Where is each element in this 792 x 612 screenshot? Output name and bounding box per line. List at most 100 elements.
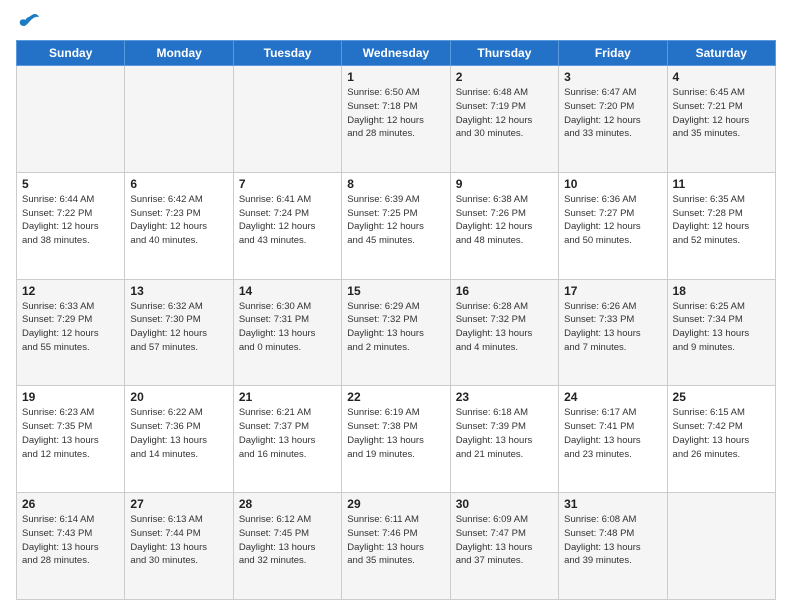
- calendar-week-row: 19 Sunrise: 6:23 AM Sunset: 7:35 PM Dayli…: [17, 386, 776, 493]
- day-info: Sunrise: 6:33 AM Sunset: 7:29 PM Dayligh…: [22, 300, 119, 355]
- day-number: 2: [456, 70, 553, 84]
- day-info: Sunrise: 6:23 AM Sunset: 7:35 PM Dayligh…: [22, 406, 119, 461]
- calendar-cell: 7 Sunrise: 6:41 AM Sunset: 7:24 PM Daylig…: [233, 172, 341, 279]
- calendar-cell: [17, 66, 125, 173]
- day-info: Sunrise: 6:17 AM Sunset: 7:41 PM Dayligh…: [564, 406, 661, 461]
- day-number: 19: [22, 390, 119, 404]
- day-info: Sunrise: 6:11 AM Sunset: 7:46 PM Dayligh…: [347, 513, 444, 568]
- calendar-cell: 13Sunrise: 6:32 AM Sunset: 7:30 PM Dayli…: [125, 279, 233, 386]
- calendar-header-row: SundayMondayTuesdayWednesdayThursdayFrid…: [17, 41, 776, 66]
- day-number: 12: [22, 284, 119, 298]
- calendar-cell: 27Sunrise: 6:13 AM Sunset: 7:44 PM Dayli…: [125, 493, 233, 600]
- calendar-cell: 11 Sunrise: 6:35 AM Sunset: 7:28 PM Dayli…: [667, 172, 775, 279]
- day-number: 8: [347, 177, 444, 191]
- calendar-cell: 16 Sunrise: 6:28 AM Sunset: 7:32 PM Dayli…: [450, 279, 558, 386]
- logo: [16, 12, 40, 32]
- logo-bird-icon: [18, 12, 40, 32]
- calendar-cell: 29Sunrise: 6:11 AM Sunset: 7:46 PM Dayli…: [342, 493, 450, 600]
- calendar-body: 1 Sunrise: 6:50 AM Sunset: 7:18 PM Daylig…: [17, 66, 776, 600]
- calendar-cell: 19 Sunrise: 6:23 AM Sunset: 7:35 PM Dayli…: [17, 386, 125, 493]
- day-number: 26: [22, 497, 119, 511]
- calendar-cell: 14 Sunrise: 6:30 AM Sunset: 7:31 PM Dayli…: [233, 279, 341, 386]
- calendar-week-row: 12 Sunrise: 6:33 AM Sunset: 7:29 PM Dayli…: [17, 279, 776, 386]
- day-number: 7: [239, 177, 336, 191]
- calendar-cell: 9 Sunrise: 6:38 AM Sunset: 7:26 PM Daylig…: [450, 172, 558, 279]
- day-number: 30: [456, 497, 553, 511]
- calendar-cell: 3Sunrise: 6:47 AM Sunset: 7:20 PM Daylig…: [559, 66, 667, 173]
- day-info: Sunrise: 6:38 AM Sunset: 7:26 PM Dayligh…: [456, 193, 553, 248]
- header: [16, 12, 776, 32]
- day-number: 24: [564, 390, 661, 404]
- day-info: Sunrise: 6:35 AM Sunset: 7:28 PM Dayligh…: [673, 193, 770, 248]
- calendar-cell: 1 Sunrise: 6:50 AM Sunset: 7:18 PM Daylig…: [342, 66, 450, 173]
- day-info: Sunrise: 6:41 AM Sunset: 7:24 PM Dayligh…: [239, 193, 336, 248]
- calendar-cell: 25 Sunrise: 6:15 AM Sunset: 7:42 PM Dayli…: [667, 386, 775, 493]
- calendar-cell: 2 Sunrise: 6:48 AM Sunset: 7:19 PM Daylig…: [450, 66, 558, 173]
- day-number: 1: [347, 70, 444, 84]
- calendar-cell: [233, 66, 341, 173]
- calendar-table: SundayMondayTuesdayWednesdayThursdayFrid…: [16, 40, 776, 600]
- day-number: 22: [347, 390, 444, 404]
- day-info: Sunrise: 6:13 AM Sunset: 7:44 PM Dayligh…: [130, 513, 227, 568]
- calendar-header-thursday: Thursday: [450, 41, 558, 66]
- day-info: Sunrise: 6:44 AM Sunset: 7:22 PM Dayligh…: [22, 193, 119, 248]
- calendar-cell: 15 Sunrise: 6:29 AM Sunset: 7:32 PM Dayli…: [342, 279, 450, 386]
- day-info: Sunrise: 6:50 AM Sunset: 7:18 PM Dayligh…: [347, 86, 444, 141]
- calendar-week-row: 26 Sunrise: 6:14 AM Sunset: 7:43 PM Dayli…: [17, 493, 776, 600]
- calendar-header-monday: Monday: [125, 41, 233, 66]
- calendar-week-row: 1 Sunrise: 6:50 AM Sunset: 7:18 PM Daylig…: [17, 66, 776, 173]
- day-info: Sunrise: 6:14 AM Sunset: 7:43 PM Dayligh…: [22, 513, 119, 568]
- day-info: Sunrise: 6:45 AM Sunset: 7:21 PM Dayligh…: [673, 86, 770, 141]
- calendar-header-wednesday: Wednesday: [342, 41, 450, 66]
- day-number: 11: [673, 177, 770, 191]
- day-number: 28: [239, 497, 336, 511]
- calendar-cell: [667, 493, 775, 600]
- day-info: Sunrise: 6:22 AM Sunset: 7:36 PM Dayligh…: [130, 406, 227, 461]
- calendar-cell: 23Sunrise: 6:18 AM Sunset: 7:39 PM Dayli…: [450, 386, 558, 493]
- day-number: 15: [347, 284, 444, 298]
- calendar-cell: 20 Sunrise: 6:22 AM Sunset: 7:36 PM Dayli…: [125, 386, 233, 493]
- day-number: 20: [130, 390, 227, 404]
- calendar-cell: 6 Sunrise: 6:42 AM Sunset: 7:23 PM Daylig…: [125, 172, 233, 279]
- day-info: Sunrise: 6:29 AM Sunset: 7:32 PM Dayligh…: [347, 300, 444, 355]
- day-info: Sunrise: 6:26 AM Sunset: 7:33 PM Dayligh…: [564, 300, 661, 355]
- day-number: 17: [564, 284, 661, 298]
- calendar-cell: 18Sunrise: 6:25 AM Sunset: 7:34 PM Dayli…: [667, 279, 775, 386]
- day-info: Sunrise: 6:12 AM Sunset: 7:45 PM Dayligh…: [239, 513, 336, 568]
- calendar-cell: 26 Sunrise: 6:14 AM Sunset: 7:43 PM Dayli…: [17, 493, 125, 600]
- day-number: 21: [239, 390, 336, 404]
- calendar-cell: 22 Sunrise: 6:19 AM Sunset: 7:38 PM Dayli…: [342, 386, 450, 493]
- day-info: Sunrise: 6:21 AM Sunset: 7:37 PM Dayligh…: [239, 406, 336, 461]
- calendar-week-row: 5Sunrise: 6:44 AM Sunset: 7:22 PM Daylig…: [17, 172, 776, 279]
- calendar-cell: 12 Sunrise: 6:33 AM Sunset: 7:29 PM Dayli…: [17, 279, 125, 386]
- day-number: 9: [456, 177, 553, 191]
- day-info: Sunrise: 6:28 AM Sunset: 7:32 PM Dayligh…: [456, 300, 553, 355]
- calendar-cell: 24 Sunrise: 6:17 AM Sunset: 7:41 PM Dayli…: [559, 386, 667, 493]
- day-info: Sunrise: 6:48 AM Sunset: 7:19 PM Dayligh…: [456, 86, 553, 141]
- calendar-cell: 31Sunrise: 6:08 AM Sunset: 7:48 PM Dayli…: [559, 493, 667, 600]
- day-number: 14: [239, 284, 336, 298]
- day-info: Sunrise: 6:08 AM Sunset: 7:48 PM Dayligh…: [564, 513, 661, 568]
- calendar-cell: 8Sunrise: 6:39 AM Sunset: 7:25 PM Daylig…: [342, 172, 450, 279]
- day-number: 6: [130, 177, 227, 191]
- calendar-header-tuesday: Tuesday: [233, 41, 341, 66]
- day-info: Sunrise: 6:30 AM Sunset: 7:31 PM Dayligh…: [239, 300, 336, 355]
- day-number: 25: [673, 390, 770, 404]
- calendar-cell: 17 Sunrise: 6:26 AM Sunset: 7:33 PM Dayli…: [559, 279, 667, 386]
- day-number: 3: [564, 70, 661, 84]
- calendar-header-sunday: Sunday: [17, 41, 125, 66]
- day-info: Sunrise: 6:42 AM Sunset: 7:23 PM Dayligh…: [130, 193, 227, 248]
- calendar-cell: 10Sunrise: 6:36 AM Sunset: 7:27 PM Dayli…: [559, 172, 667, 279]
- calendar-cell: 21 Sunrise: 6:21 AM Sunset: 7:37 PM Dayli…: [233, 386, 341, 493]
- day-info: Sunrise: 6:15 AM Sunset: 7:42 PM Dayligh…: [673, 406, 770, 461]
- calendar-cell: 30 Sunrise: 6:09 AM Sunset: 7:47 PM Dayli…: [450, 493, 558, 600]
- calendar-header-friday: Friday: [559, 41, 667, 66]
- day-number: 18: [673, 284, 770, 298]
- calendar-header-saturday: Saturday: [667, 41, 775, 66]
- day-info: Sunrise: 6:09 AM Sunset: 7:47 PM Dayligh…: [456, 513, 553, 568]
- calendar-cell: 28 Sunrise: 6:12 AM Sunset: 7:45 PM Dayli…: [233, 493, 341, 600]
- day-info: Sunrise: 6:32 AM Sunset: 7:30 PM Dayligh…: [130, 300, 227, 355]
- day-number: 4: [673, 70, 770, 84]
- day-number: 16: [456, 284, 553, 298]
- day-info: Sunrise: 6:19 AM Sunset: 7:38 PM Dayligh…: [347, 406, 444, 461]
